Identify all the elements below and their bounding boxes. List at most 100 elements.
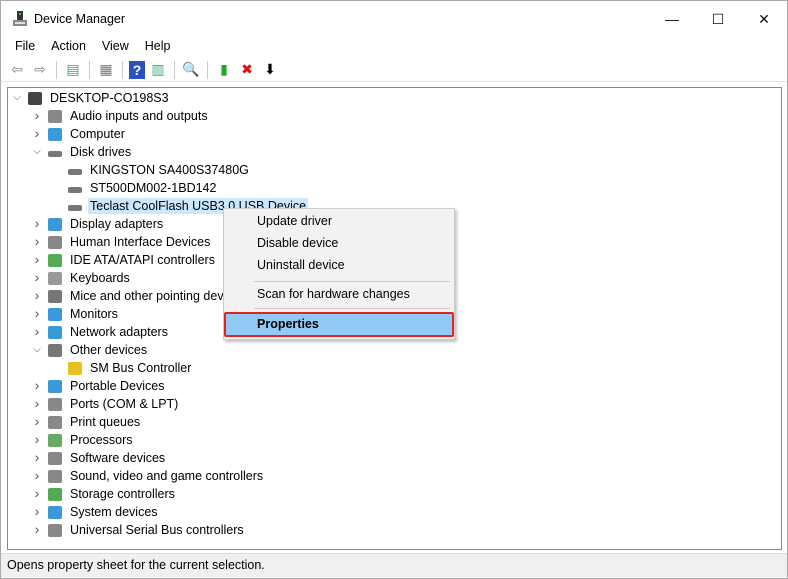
chevron-right-icon[interactable]: ›: [32, 377, 42, 393]
properties-icon[interactable]: ▦: [96, 60, 116, 80]
tree-item[interactable]: KINGSTON SA400S37480G: [68, 161, 251, 179]
speaker-icon: [48, 109, 62, 123]
menu-item-scan-hardware[interactable]: Scan for hardware changes: [257, 287, 410, 301]
usb-icon: [48, 523, 62, 537]
tree-item[interactable]: Network adapters: [48, 323, 170, 341]
chevron-right-icon[interactable]: ›: [32, 395, 42, 411]
tree-item[interactable]: ST500DM002-1BD142: [68, 179, 218, 197]
tree-item[interactable]: Universal Serial Bus controllers: [48, 521, 246, 539]
chevron-right-icon[interactable]: ›: [32, 521, 42, 537]
context-menu: Update driver Disable device Uninstall d…: [223, 208, 455, 340]
tree-item-label: DESKTOP-CO198S3: [50, 91, 169, 105]
tree-item-label: Processors: [70, 433, 133, 447]
toolbar-separator: [174, 60, 175, 79]
menu-item-disable-device[interactable]: Disable device: [257, 236, 338, 250]
computer-icon: [28, 91, 42, 105]
chevron-right-icon[interactable]: ›: [32, 305, 42, 321]
tree-item[interactable]: Human Interface Devices: [48, 233, 212, 251]
properties-label: Properties: [257, 317, 319, 331]
minimize-button[interactable]: —: [649, 1, 695, 37]
chevron-right-icon[interactable]: ›: [32, 233, 42, 249]
chevron-right-icon[interactable]: ›: [32, 287, 42, 303]
menu-item-update-driver[interactable]: Update driver: [257, 214, 332, 228]
warning-device-icon: [68, 361, 82, 375]
chevron-down-icon[interactable]: ⌵: [32, 146, 42, 157]
chevron-right-icon[interactable]: ›: [32, 413, 42, 429]
chevron-right-icon[interactable]: ›: [32, 449, 42, 465]
device-manager-icon: [13, 11, 27, 26]
menu-action[interactable]: Action: [43, 37, 94, 57]
ide-controller-icon: [48, 253, 62, 267]
close-button[interactable]: ✕: [741, 1, 787, 37]
chevron-right-icon[interactable]: ›: [32, 107, 42, 123]
tree-item-label: KINGSTON SA400S37480G: [90, 163, 249, 177]
tree-item-label: Portable Devices: [70, 379, 165, 393]
disable-device-icon[interactable]: ⬇: [260, 60, 280, 80]
menu-separator: [254, 308, 450, 309]
toolbar: ⇦ ⇨ ▤ ▦? ▥ 🔍 ▮ ✖ ⬇: [1, 58, 787, 82]
tree-item-label: Computer: [70, 127, 125, 141]
tree-item[interactable]: Mice and other pointing devices: [48, 287, 248, 305]
show-action-pane-icon[interactable]: ▥: [148, 60, 168, 80]
portable-device-icon: [48, 379, 62, 393]
menu-item-properties[interactable]: Properties: [224, 312, 454, 337]
title-bar: Device Manager — ☐ ✕: [1, 1, 787, 37]
menu-help[interactable]: Help: [137, 37, 179, 57]
toolbar-separator: [207, 60, 208, 79]
tree-item-label: Keyboards: [70, 271, 130, 285]
disk-icon: [48, 150, 62, 157]
tree-item-label: Software devices: [70, 451, 166, 465]
chevron-right-icon[interactable]: ›: [32, 269, 42, 285]
forward-arrow-icon[interactable]: ⇨: [30, 60, 50, 80]
tree-item[interactable]: Display adapters: [48, 215, 165, 233]
chevron-right-icon[interactable]: ›: [32, 323, 42, 339]
menu-view[interactable]: View: [94, 37, 137, 57]
menu-item-uninstall-device[interactable]: Uninstall device: [257, 258, 345, 272]
maximize-button[interactable]: ☐: [695, 1, 741, 37]
tree-item[interactable]: Software devices: [48, 449, 167, 467]
chevron-right-icon[interactable]: ›: [32, 125, 42, 141]
disk-icon: [68, 168, 82, 175]
tree-item[interactable]: SM Bus Controller: [68, 359, 193, 377]
chevron-right-icon[interactable]: ›: [32, 503, 42, 519]
tree-item[interactable]: System devices: [48, 503, 160, 521]
update-driver-icon[interactable]: ▮: [214, 60, 234, 80]
tree-item-label: Mice and other pointing devices: [70, 289, 246, 303]
tree-item[interactable]: IDE ATA/ATAPI controllers: [48, 251, 217, 269]
monitor-icon: [48, 307, 62, 321]
tree-item[interactable]: Computer: [48, 125, 127, 143]
menu-bar: File Action View Help: [1, 37, 787, 57]
tree-item[interactable]: Ports (COM & LPT): [48, 395, 180, 413]
tree-item[interactable]: DESKTOP-CO198S3: [28, 89, 171, 107]
menu-file[interactable]: File: [7, 37, 43, 57]
show-hide-console-tree-icon[interactable]: ▤: [63, 60, 83, 80]
tree-item[interactable]: Print queues: [48, 413, 142, 431]
tree-item[interactable]: Sound, video and game controllers: [48, 467, 265, 485]
chevron-right-icon[interactable]: ›: [32, 467, 42, 483]
tree-item[interactable]: Processors: [48, 431, 135, 449]
tree-item-label: System devices: [70, 505, 158, 519]
tree-item[interactable]: Disk drives: [48, 143, 133, 161]
tree-item[interactable]: Storage controllers: [48, 485, 177, 503]
uninstall-icon[interactable]: ✖: [237, 60, 257, 80]
network-icon: [48, 325, 62, 339]
chevron-down-icon[interactable]: ⌵: [32, 344, 42, 355]
tree-item[interactable]: Other devices: [48, 341, 149, 359]
scan-hardware-icon[interactable]: 🔍: [181, 60, 201, 80]
sound-icon: [48, 469, 62, 483]
chevron-right-icon[interactable]: ›: [32, 215, 42, 231]
tree-item-label: Print queues: [70, 415, 141, 429]
chevron-right-icon[interactable]: ›: [32, 431, 42, 447]
tree-item[interactable]: Monitors: [48, 305, 120, 323]
display-adapter-icon: [48, 217, 62, 231]
chevron-down-icon[interactable]: ⌵: [12, 92, 22, 103]
chevron-right-icon[interactable]: ›: [32, 485, 42, 501]
help-icon[interactable]: ?: [129, 60, 145, 79]
tree-item-label: SM Bus Controller: [90, 361, 192, 375]
tree-item-label: Storage controllers: [70, 487, 175, 501]
tree-item[interactable]: Portable Devices: [48, 377, 167, 395]
tree-item[interactable]: Audio inputs and outputs: [48, 107, 210, 125]
back-arrow-icon[interactable]: ⇦: [7, 60, 27, 80]
chevron-right-icon[interactable]: ›: [32, 251, 42, 267]
tree-item[interactable]: Keyboards: [48, 269, 132, 287]
